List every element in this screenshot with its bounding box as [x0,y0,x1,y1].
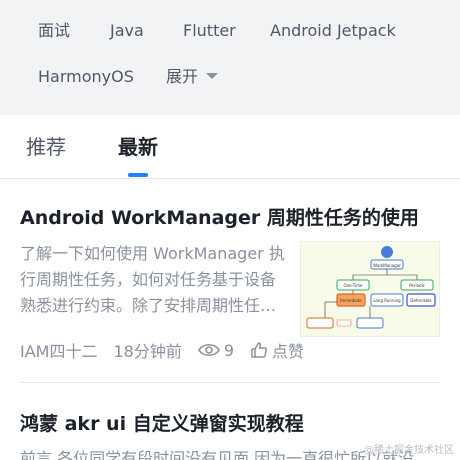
node-label: Immediate [340,298,362,303]
tag-panel: 面试 Java Flutter Android Jetpack HarmonyO… [0,0,460,115]
feed-tabs: 推荐 最新 [0,115,460,179]
tab-latest[interactable]: 最新 [118,135,158,159]
like-label: 点赞 [272,342,305,361]
thumbs-up-icon [251,342,268,358]
description-line: 了解一下如何使用 WorkManager 执 [20,244,285,263]
expand-button[interactable]: 展开 [166,67,219,87]
tag-flutter[interactable]: Flutter [183,21,236,41]
description-line: 熟悉进行约束。除了安排周期性任… [20,296,277,315]
article-divider [20,382,440,383]
article-meta: IAM四十二 18分钟前 9 点赞 [20,337,320,363]
article-description: 前言 各位同学有段时间没有见面 因为一直很忙所以就没 [20,449,415,460]
active-tab-indicator [128,173,148,177]
tag-harmonyos[interactable]: HarmonyOS [38,67,134,87]
tab-recommend[interactable]: 推荐 [26,135,66,159]
expand-label: 展开 [166,67,199,86]
like-button[interactable]: 点赞 [250,338,304,362]
article-description: 了解一下如何使用 WorkManager 执 行周期性任务，如何对任务基于设备 … [20,241,288,319]
node-label: Long Running [373,298,401,303]
article-thumbnail[interactable]: WorkManager One-Time Periodic Immediate … [300,241,440,337]
node-label: Periodic [409,283,425,288]
tag-java[interactable]: Java [110,21,144,41]
view-count-value: 9 [223,340,235,360]
workmanager-diagram-image: WorkManager One-Time Periodic Immediate … [301,242,439,336]
eye-icon [197,343,220,357]
description-line: 行周期性任务，如何对任务基于设备 [20,270,277,289]
tag-interview[interactable]: 面试 [38,21,70,41]
watermark: @稀土掘金技术社区 [364,445,454,456]
author-name[interactable]: IAM四十二 [20,338,97,362]
article-title[interactable]: Android WorkManager 周期性任务的使用 [20,205,440,231]
node-label: WorkManager [373,263,401,268]
publish-time: 18分钟前 [113,342,182,361]
tag-android-jetpack[interactable]: Android Jetpack [270,21,396,41]
article-title[interactable]: 鸿蒙 akr ui 自定义弹窗实现教程 [20,411,440,437]
article-card[interactable]: Android WorkManager 周期性任务的使用 了解一下如何使用 Wo… [20,205,440,365]
chevron-down-icon [206,72,219,79]
node-label: Deferrable [410,298,432,303]
node-label: One-Time [343,283,363,288]
view-count: 9 [197,340,235,360]
